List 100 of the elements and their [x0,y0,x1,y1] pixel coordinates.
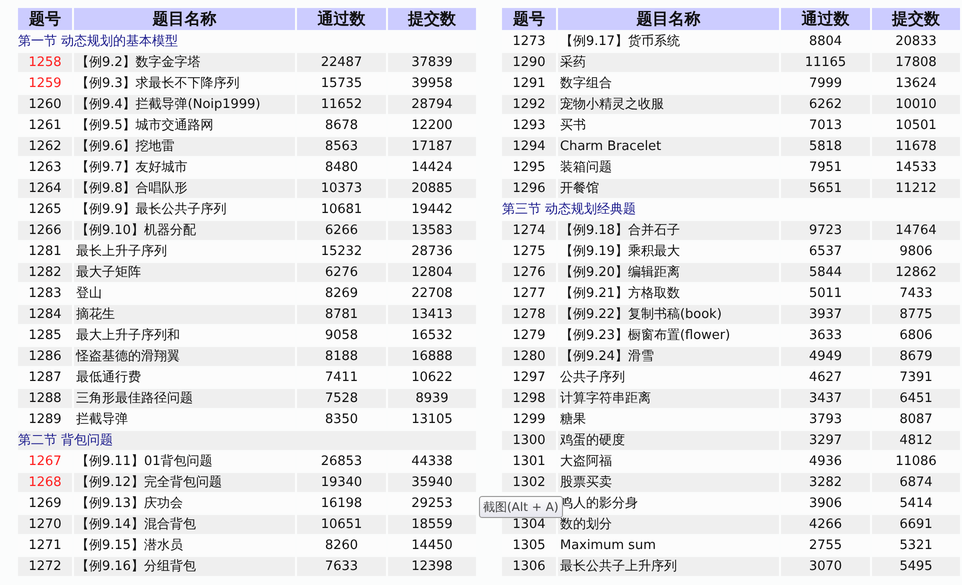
problem-title[interactable]: 【例9.18】合并石子 [558,221,779,240]
problem-id: 1286 [18,347,72,366]
table-cell: 10651 [297,515,386,534]
table-cell: 5495 [872,557,960,576]
problem-title[interactable]: 【例9.4】拦截导弹(Noip1999) [74,95,295,114]
table-cell: 17808 [872,53,960,72]
problem-id: 1268 [18,473,72,492]
problem-title[interactable]: 【例9.22】复制书稿(book) [558,305,779,324]
table-cell: 6266 [297,221,386,240]
table-cell: 5651 [781,179,870,198]
column-header: 通过数 [781,8,870,30]
table-cell: 4266 [781,515,870,534]
table-cell: 11652 [297,95,386,114]
table-cell: 5844 [781,263,870,282]
table-cell: 8939 [388,389,476,408]
problem-title[interactable]: Charm Bracelet [558,137,779,156]
table-cell: 8781 [297,305,386,324]
table-cell: 12804 [388,263,476,282]
table-cell: 37839 [388,53,476,72]
problem-title[interactable]: 【例9.10】机器分配 [74,221,295,240]
table-cell: 3297 [781,431,870,450]
table-cell: 19340 [297,473,386,492]
problem-id: 1294 [502,137,556,156]
problem-title[interactable]: 三角形最佳路径问题 [74,389,295,408]
table-cell: 7633 [297,557,386,576]
table-cell: 6276 [297,263,386,282]
table-cell: 11212 [872,179,960,198]
column-header: 提交数 [872,8,960,30]
problem-title[interactable]: 股票买卖 [558,473,779,492]
column-header: 题目名称 [74,8,295,30]
table-cell: 6262 [781,95,870,114]
problem-id: 1264 [18,179,72,198]
column-header: 通过数 [297,8,386,30]
problem-title[interactable]: 摘花生 [74,305,295,324]
problem-title[interactable]: 最长公共子上升序列 [558,557,779,576]
table-cell: 6691 [872,515,960,534]
problem-id: 1258 [18,53,72,72]
table-cell: 16888 [388,347,476,366]
problem-id: 1282 [18,263,72,282]
table-cell: 28794 [388,95,476,114]
table-cell: 17187 [388,137,476,156]
problem-title[interactable]: 【例9.20】编辑距离 [558,263,779,282]
problem-title[interactable]: 鸡蛋的硬度 [558,431,779,450]
problem-id: 1298 [502,389,556,408]
problem-id: 1276 [502,263,556,282]
problem-title[interactable]: 【例9.6】挖地雷 [74,137,295,156]
table-cell: 8188 [297,347,386,366]
table-cell: 4812 [872,431,960,450]
tooltip: 截图(Alt + A) [479,496,563,518]
problem-id: 1284 [18,305,72,324]
problem-id: 1280 [502,347,556,366]
table-cell: 3437 [781,389,870,408]
problem-id: 1262 [18,137,72,156]
section-title: 第二节 背包问题 [18,431,476,450]
table-cell: 13413 [388,305,476,324]
table-cell: 12398 [388,557,476,576]
problem-id: 1292 [502,95,556,114]
table-cell: 13583 [388,221,476,240]
table-cell: 14764 [872,221,960,240]
table-cell: 8563 [297,137,386,156]
problem-title[interactable]: 【例9.12】完全背包问题 [74,473,295,492]
table-cell: 12862 [872,263,960,282]
problem-title[interactable]: 计算字符串距离 [558,389,779,408]
table-cell: 3070 [781,557,870,576]
problem-title[interactable]: 【例9.24】滑雪 [558,347,779,366]
table-cell: 3937 [781,305,870,324]
problem-id: 1272 [18,557,72,576]
problem-title[interactable]: 采药 [558,53,779,72]
problem-id: 1274 [502,221,556,240]
problem-title[interactable]: 数的划分 [558,515,779,534]
problem-title[interactable]: 宠物小精灵之收服 [558,95,779,114]
problem-id: 1278 [502,305,556,324]
problem-id: 1300 [502,431,556,450]
table-cell: 7528 [297,389,386,408]
problem-title[interactable]: 【例9.8】合唱队形 [74,179,295,198]
column-header: 题号 [502,8,556,30]
table-cell: 20885 [388,179,476,198]
problem-id: 1270 [18,515,72,534]
table-cell: 10010 [872,95,960,114]
problem-title[interactable]: 【例9.2】数字金字塔 [74,53,295,72]
table-cell: 35940 [388,473,476,492]
problem-title[interactable]: 开餐馆 [558,179,779,198]
table-cell: 11165 [781,53,870,72]
table-cell: 11678 [872,137,960,156]
table-cell: 3282 [781,473,870,492]
table-cell: 6874 [872,473,960,492]
table-cell: 18559 [388,515,476,534]
problem-title[interactable]: 【例9.14】混合背包 [74,515,295,534]
table-cell: 6451 [872,389,960,408]
problem-id: 1306 [502,557,556,576]
table-cell: 5818 [781,137,870,156]
table-cell: 8775 [872,305,960,324]
table-cell: 8679 [872,347,960,366]
problem-id: 1296 [502,179,556,198]
table-cell: 22487 [297,53,386,72]
column-header: 提交数 [388,8,476,30]
problem-title[interactable]: 最大子矩阵 [74,263,295,282]
problem-title[interactable]: 怪盗基德的滑翔翼 [74,347,295,366]
problem-title[interactable]: 【例9.16】分组背包 [74,557,295,576]
column-header: 题号 [18,8,72,30]
